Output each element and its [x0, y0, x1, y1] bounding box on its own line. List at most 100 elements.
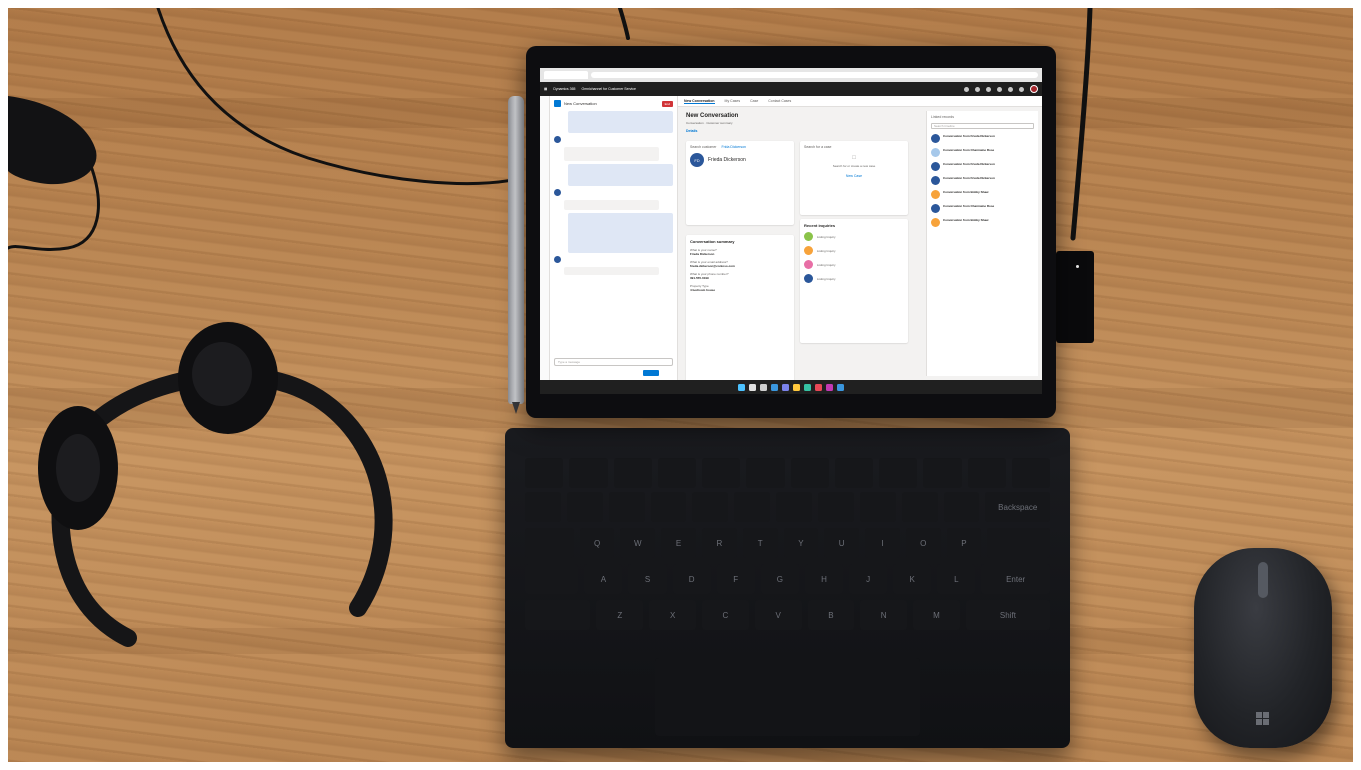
timeline-item[interactable]: Conversation from Bobby Shaw	[931, 218, 1034, 227]
timeline-search-input[interactable]: Search timeline	[931, 123, 1034, 129]
waffle-icon[interactable]: ▦	[544, 87, 547, 91]
key[interactable]	[834, 458, 873, 488]
touchpad[interactable]	[655, 658, 920, 736]
key[interactable]	[702, 458, 741, 488]
edge-icon[interactable]	[804, 383, 811, 391]
key[interactable]	[608, 492, 645, 522]
tab-case[interactable]: Case	[750, 99, 758, 103]
key-d[interactable]: D	[672, 564, 711, 594]
compose-input[interactable]: Type a message	[554, 358, 673, 366]
windows-icon[interactable]	[738, 383, 745, 391]
key[interactable]	[613, 458, 652, 488]
customer-name[interactable]: Frieda Dickerson	[690, 153, 790, 163]
widgets-icon[interactable]	[771, 383, 778, 391]
lightbulb-icon[interactable]	[975, 86, 980, 92]
key-j[interactable]: J	[849, 564, 888, 594]
key-b[interactable]: B	[807, 600, 855, 630]
backspace-key[interactable]: Backspace	[985, 492, 1050, 522]
key-a[interactable]: A	[584, 564, 623, 594]
key-z[interactable]: Z	[596, 600, 644, 630]
timeline-item[interactable]: Conversation from Charmaine Rose	[931, 204, 1034, 213]
settings-icon[interactable]	[837, 383, 844, 391]
tab-details[interactable]: Details	[686, 129, 697, 133]
browser-tab[interactable]	[544, 71, 588, 79]
key[interactable]	[859, 492, 896, 522]
recent-inquiry-item[interactable]: Listing Inquiry	[804, 232, 904, 241]
key-n[interactable]: N	[860, 600, 908, 630]
key[interactable]	[525, 528, 574, 558]
key-e[interactable]: E	[661, 528, 696, 558]
key-f[interactable]: F	[716, 564, 755, 594]
recent-inquiry-item[interactable]: Listing Inquiry	[804, 274, 904, 283]
tab-contact-cases[interactable]: Contact Cases	[768, 99, 791, 103]
teams-icon[interactable]	[782, 383, 789, 391]
timeline-item[interactable]: Conversation from Charmaine Rose	[931, 148, 1034, 157]
key[interactable]	[650, 492, 687, 522]
filter-icon[interactable]	[997, 86, 1002, 92]
key[interactable]	[525, 492, 561, 522]
key-t[interactable]: T	[742, 528, 778, 558]
key[interactable]	[987, 528, 1050, 558]
key[interactable]	[1011, 458, 1050, 488]
tab-my-cases[interactable]: My Cases	[725, 99, 741, 103]
timeline-item[interactable]: Conversation from Bobby Shaw	[931, 190, 1034, 199]
user-avatar[interactable]	[1030, 85, 1038, 93]
recent-inquiry-item[interactable]: Listing Inquiry	[804, 246, 904, 255]
key[interactable]	[569, 458, 608, 488]
end-conversation-button[interactable]: End	[661, 100, 673, 107]
key-u[interactable]: U	[824, 528, 860, 558]
key-x[interactable]: X	[649, 600, 696, 630]
key[interactable]	[967, 458, 1006, 488]
customer-link[interactable]: Frida Dickerson	[721, 145, 746, 149]
key-r[interactable]: R	[701, 528, 737, 558]
key[interactable]	[734, 492, 771, 522]
app-icon[interactable]	[826, 383, 833, 391]
gear-icon[interactable]	[1008, 86, 1013, 92]
key[interactable]	[525, 458, 564, 488]
timeline-item[interactable]: Conversation from Frieda Dickerson	[931, 162, 1034, 171]
key[interactable]	[943, 492, 980, 522]
key-p[interactable]: P	[946, 528, 982, 558]
key-q[interactable]: Q	[579, 528, 615, 558]
key-m[interactable]: M	[913, 600, 960, 630]
key-c[interactable]: C	[702, 600, 749, 630]
send-button[interactable]	[643, 370, 659, 376]
new-case-link[interactable]: New Case	[804, 174, 904, 178]
key-h[interactable]: H	[804, 564, 844, 594]
key-g[interactable]: G	[760, 564, 799, 594]
folder-icon[interactable]	[793, 383, 800, 391]
key[interactable]	[879, 458, 918, 488]
timeline-item[interactable]: Conversation from Frieda Dickerson	[931, 134, 1034, 143]
address-bar[interactable]	[591, 72, 1038, 78]
key-k[interactable]: K	[893, 564, 932, 594]
key[interactable]	[566, 492, 603, 522]
key-i[interactable]: I	[865, 528, 900, 558]
key-y[interactable]: Y	[783, 528, 819, 558]
key-s[interactable]: S	[628, 564, 667, 594]
search-icon[interactable]	[964, 86, 969, 92]
plus-icon[interactable]	[986, 86, 991, 92]
enter-key[interactable]: Enter	[981, 564, 1050, 594]
recent-inquiry-item[interactable]: Listing Inquiry	[804, 260, 904, 269]
key[interactable]	[776, 492, 813, 522]
key-w[interactable]: W	[620, 528, 656, 558]
key-l[interactable]: L	[937, 564, 976, 594]
search-icon[interactable]	[749, 383, 756, 391]
tab-new-conversation[interactable]: New Conversation	[684, 99, 715, 104]
key[interactable]	[525, 564, 579, 594]
timeline-item[interactable]: Conversation from Frieda Dickerson	[931, 176, 1034, 185]
key[interactable]	[746, 458, 785, 488]
task-view-icon[interactable]	[760, 383, 767, 391]
store-icon[interactable]	[815, 383, 822, 391]
key[interactable]	[818, 492, 854, 522]
key[interactable]	[692, 492, 729, 522]
key-o[interactable]: O	[905, 528, 941, 558]
key[interactable]	[525, 600, 591, 630]
shift-key[interactable]: Shift	[965, 600, 1050, 630]
key-v[interactable]: V	[754, 600, 802, 630]
key[interactable]	[790, 458, 829, 488]
key[interactable]	[901, 492, 938, 522]
help-icon[interactable]	[1019, 86, 1024, 92]
key[interactable]	[923, 458, 962, 488]
key[interactable]	[657, 458, 696, 488]
